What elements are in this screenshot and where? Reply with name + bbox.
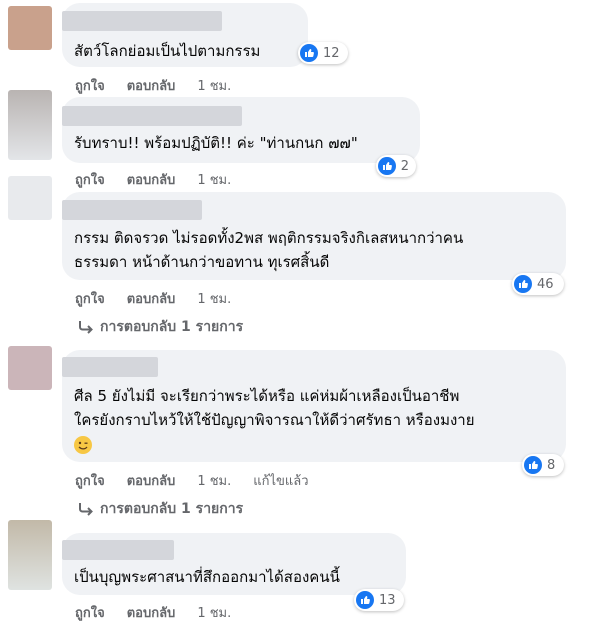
like-link[interactable]: ถูกใจ xyxy=(75,288,105,309)
commenter-name[interactable] xyxy=(62,11,222,31)
reaction-number: 12 xyxy=(323,45,340,61)
edited-label[interactable]: แก้ไขแล้ว xyxy=(253,470,308,491)
replies-count-label: การตอบกลับ 1 รายการ xyxy=(100,501,244,517)
timestamp[interactable]: 1 ชม. xyxy=(197,602,231,623)
commenter-name[interactable] xyxy=(62,106,242,126)
reaction-number: 13 xyxy=(379,592,396,608)
reaction-count[interactable]: 13 xyxy=(354,589,404,611)
comment-emoji-line xyxy=(74,432,92,456)
avatar[interactable] xyxy=(8,520,52,590)
view-replies-link[interactable]: การตอบกลับ 1 รายการ xyxy=(78,498,243,520)
timestamp[interactable]: 1 ชม. xyxy=(197,75,231,96)
avatar[interactable] xyxy=(8,6,52,50)
timestamp[interactable]: 1 ชม. xyxy=(197,288,231,309)
comment-bubble: กรรม ติดจรวด ไม่รอดทั้ง2พส พฤติกรรมจริงก… xyxy=(62,192,566,280)
commenter-name[interactable] xyxy=(62,200,202,220)
view-replies-link[interactable]: การตอบกลับ 1 รายการ xyxy=(78,316,243,338)
replies-count-label: การตอบกลับ 1 รายการ xyxy=(100,319,244,335)
timestamp[interactable]: 1 ชม. xyxy=(197,169,231,190)
comment-bubble: ศีล 5 ยังไม่มี จะเรียกว่าพระได้หรือ แค่ห… xyxy=(62,350,566,462)
comment-bubble: เป็นบุญพระศาสนาที่สึกออกมาได้สองคนนี้ xyxy=(62,533,406,595)
reply-link[interactable]: ตอบกลับ xyxy=(127,169,176,190)
reaction-count[interactable]: 2 xyxy=(376,155,416,177)
commenter-name[interactable] xyxy=(62,357,158,377)
reply-link[interactable]: ตอบกลับ xyxy=(127,288,176,309)
like-link[interactable]: ถูกใจ xyxy=(75,602,105,623)
reply-link[interactable]: ตอบกลับ xyxy=(127,470,176,491)
reaction-number: 2 xyxy=(400,158,409,174)
like-link[interactable]: ถูกใจ xyxy=(75,169,105,190)
reaction-count[interactable]: 12 xyxy=(298,42,348,64)
comment-text-line: ศีล 5 ยังไม่มี จะเรียกว่าพระได้หรือ แค่ห… xyxy=(74,387,460,405)
thumbs-up-icon xyxy=(356,591,374,609)
thumbs-up-icon xyxy=(378,157,396,175)
reaction-count[interactable]: 46 xyxy=(512,273,564,295)
reply-arrow-icon xyxy=(79,503,93,516)
timestamp[interactable]: 1 ชม. xyxy=(197,470,231,491)
thumbs-up-icon xyxy=(524,456,542,474)
comment-actions: ถูกใจ ตอบกลับ 1 ชม. xyxy=(75,602,231,623)
avatar[interactable] xyxy=(8,176,52,220)
thumbs-up-icon xyxy=(300,44,318,62)
comment-actions: ถูกใจ ตอบกลับ 1 ชม. xyxy=(75,75,231,96)
reply-link[interactable]: ตอบกลับ xyxy=(127,75,176,96)
reply-arrow-icon xyxy=(79,321,93,334)
comment-text: รับทราบ!! พร้อมปฏิบัติ!! ค่ะ "ท่านกนก ๗๗… xyxy=(74,134,358,152)
comment-text-line: ใครยังกราบไหว้ให้ใช้ปัญญาพิจารณาให้ดีว่า… xyxy=(74,411,475,429)
comment-text: สัตว์โลกย่อมเป็นไปตามกรรม xyxy=(74,42,261,60)
comment-text: เป็นบุญพระศาสนาที่สึกออกมาได้สองคนนี้ xyxy=(74,568,340,586)
comment-actions: ถูกใจ ตอบกลับ 1 ชม. xyxy=(75,169,231,190)
comment-bubble: สัตว์โลกย่อมเป็นไปตามกรรม xyxy=(62,3,308,67)
reply-link[interactable]: ตอบกลับ xyxy=(127,602,176,623)
like-link[interactable]: ถูกใจ xyxy=(75,470,105,491)
comment-actions: ถูกใจ ตอบกลับ 1 ชม. xyxy=(75,288,231,309)
like-link[interactable]: ถูกใจ xyxy=(75,75,105,96)
reaction-count[interactable]: 8 xyxy=(522,454,564,476)
wink-smile-emoji xyxy=(74,435,92,454)
reaction-number: 46 xyxy=(537,276,554,292)
comment-actions: ถูกใจ ตอบกลับ 1 ชม. แก้ไขแล้ว xyxy=(75,470,309,491)
avatar[interactable] xyxy=(8,90,52,160)
thumbs-up-icon xyxy=(514,275,532,293)
commenter-name[interactable] xyxy=(62,540,174,560)
comment-text-line: ธรรมดา หน้าด้านกว่าขอทาน ทุเรศสิ้นดี xyxy=(74,253,330,271)
reaction-number: 8 xyxy=(547,457,556,473)
comment-text-line: กรรม ติดจรวด ไม่รอดทั้ง2พส พฤติกรรมจริงก… xyxy=(74,229,464,247)
comment-bubble: รับทราบ!! พร้อมปฏิบัติ!! ค่ะ "ท่านกนก ๗๗… xyxy=(62,97,420,163)
avatar[interactable] xyxy=(8,346,52,390)
